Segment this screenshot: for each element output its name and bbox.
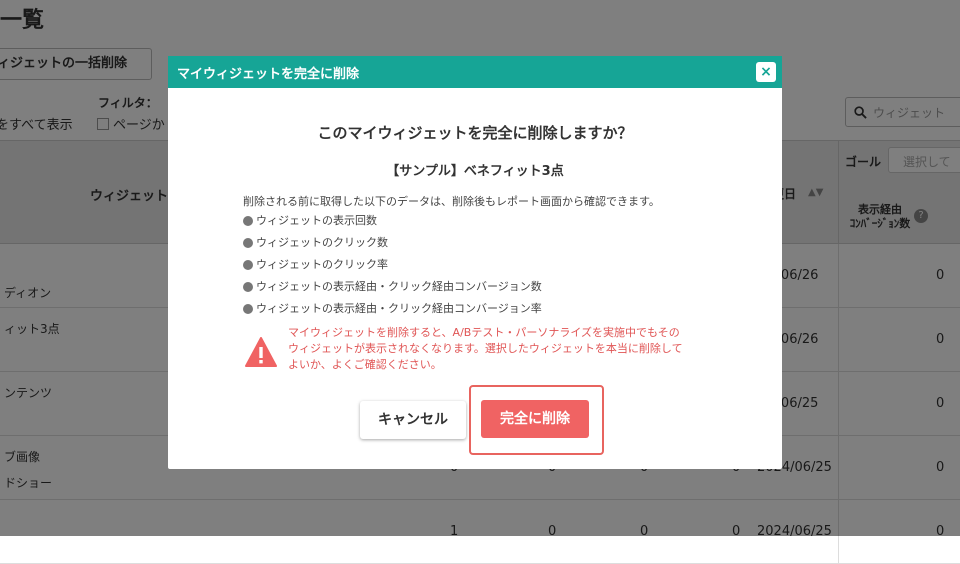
list-item: ウィジェットのクリック数: [243, 232, 542, 254]
list-item: ウィジェットの表示経由・クリック経由コンバージョン数: [243, 276, 542, 298]
list-item: ウィジェットのクリック率: [243, 254, 542, 276]
confirm-question: このマイウィジェットを完全に削除しますか？: [317, 124, 633, 142]
warning-line: よいか、よくご確認ください。: [288, 358, 442, 371]
bullet-icon: [243, 216, 253, 226]
warning-line: マイウィジェットを削除すると、A/Bテスト・パーソナライズを実施中でもその: [288, 326, 680, 339]
list-item: ウィジェットの表示回数: [243, 210, 542, 232]
list-item-label: ウィジェットのクリック数: [256, 236, 388, 249]
bullet-icon: [243, 304, 253, 314]
list-item-label: ウィジェットの表示回数: [256, 214, 377, 227]
cancel-button[interactable]: キャンセル: [360, 401, 466, 439]
close-button[interactable]: ×: [756, 62, 776, 82]
target-widget-name: 【サンプル】ベネフィット3点: [386, 164, 564, 179]
list-item-label: ウィジェットのクリック率: [256, 258, 388, 271]
modal-header: マイウィジェットを完全に削除: [168, 56, 782, 88]
warning-text: マイウィジェットを削除すると、A/Bテスト・パーソナライズを実施中でもその ウィ…: [288, 325, 718, 373]
delete-permanently-button[interactable]: 完全に削除: [481, 400, 589, 438]
list-item-label: ウィジェットの表示経由・クリック経由コンバージョン数: [256, 280, 542, 293]
bullet-icon: [243, 238, 253, 248]
bullet-icon: [243, 260, 253, 270]
bullet-icon: [243, 282, 253, 292]
delete-modal: マイウィジェットを完全に削除 × このマイウィジェットを完全に削除しますか？ 【…: [168, 56, 782, 469]
list-item-label: ウィジェットの表示経由・クリック経由コンバージョン率: [256, 302, 542, 315]
retained-data-list: ウィジェットの表示回数 ウィジェットのクリック数 ウィジェットのクリック率 ウィ…: [243, 210, 542, 320]
warning-icon: [245, 337, 277, 367]
modal-title: マイウィジェットを完全に削除: [177, 66, 360, 82]
warning-line: ウィジェットが表示されなくなります。選択したウィジェットを本当に削除して: [288, 342, 683, 355]
info-text: 削除される前に取得した以下のデータは、削除後もレポート画面から確認できます。: [243, 195, 660, 208]
list-item: ウィジェットの表示経由・クリック経由コンバージョン率: [243, 298, 542, 320]
